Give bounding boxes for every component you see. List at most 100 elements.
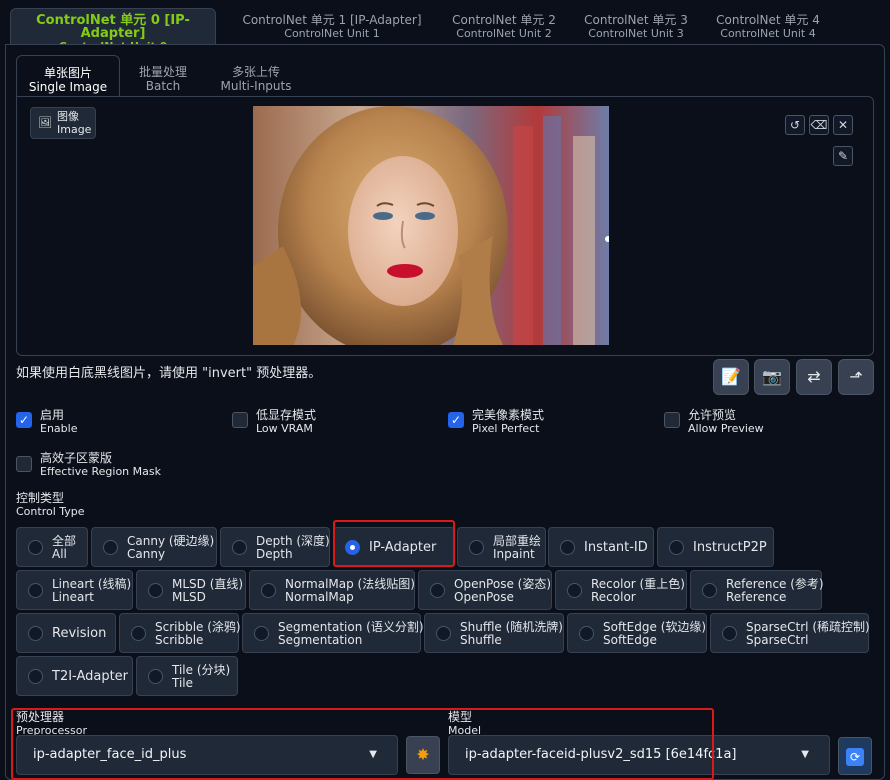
radio-label: InstructP2P — [693, 540, 767, 555]
chevron-down-icon: ▼ — [369, 749, 377, 760]
radio-dot — [567, 583, 582, 598]
model-label: 模型 Model — [448, 710, 482, 738]
control-type-openpose[interactable]: OpenPose (姿态) OpenPose — [418, 570, 552, 610]
allow-preview-checkbox[interactable]: 允许预览 Allow Preview — [664, 409, 864, 437]
radio-dot — [232, 540, 247, 555]
radio-sublabel: Recolor — [591, 590, 636, 604]
eraser-icon[interactable]: ⌫ — [809, 115, 829, 135]
radio-dot — [28, 583, 43, 598]
close-icon[interactable]: ✕ — [833, 115, 853, 135]
invert-hint: 如果使用白底黑线图片，请使用 "invert" 预处理器。 — [16, 366, 322, 381]
radio-dot — [469, 540, 484, 555]
radio-dot — [345, 540, 360, 555]
radio-sublabel: Scribble — [155, 633, 204, 647]
preprocessor-label: 预处理器 Preprocessor — [16, 710, 88, 738]
radio-dot — [722, 626, 737, 641]
radio-sublabel: Segmentation — [278, 633, 363, 647]
brush-icon[interactable]: ✎ — [833, 146, 853, 166]
control-type-depth[interactable]: Depth (深度) Depth — [220, 527, 330, 567]
radio-sublabel: Lineart — [52, 590, 94, 604]
radio-dot — [148, 583, 163, 598]
control-type-recolor[interactable]: Recolor (重上色) Recolor — [555, 570, 687, 610]
chevron-down-icon: ▼ — [801, 749, 809, 760]
tab-unit-4[interactable]: ControlNet 单元 4 ControlNet Unit 4 — [710, 8, 826, 44]
radio-dot — [103, 540, 118, 555]
enable-checkbox[interactable]: ✓ 启用 Enable — [16, 409, 216, 437]
control-type-tile[interactable]: Tile (分块) Tile — [136, 656, 238, 696]
radio-dot — [560, 540, 575, 555]
radio-dot — [28, 540, 43, 555]
control-type-局部重绘[interactable]: 局部重绘 Inpaint — [457, 527, 546, 567]
radio-sublabel: NormalMap — [285, 590, 354, 604]
check-icon: ✓ — [16, 412, 32, 428]
radio-dot — [430, 583, 445, 598]
tab-unit-0[interactable]: ControlNet 单元 0 [IP-Adapter] ControlNet … — [10, 8, 216, 53]
radio-dot — [28, 669, 43, 684]
control-type-全部[interactable]: 全部 All — [16, 527, 88, 567]
radio-dot — [254, 626, 269, 641]
run-preprocessor-button[interactable]: ✸ — [406, 736, 440, 774]
control-type-revision[interactable]: Revision — [16, 613, 116, 653]
image-icon: 🖼 — [38, 116, 52, 129]
radio-dot — [702, 583, 717, 598]
model-select[interactable]: ip-adapter-faceid-plusv2_sd15 [6e14fc1a]… — [448, 735, 830, 775]
tab-unit-1[interactable]: ControlNet 单元 1 [IP-Adapter] ControlNet … — [232, 8, 432, 44]
low-vram-checkbox[interactable]: 低显存模式 Low VRAM — [232, 409, 432, 437]
radio-dot — [131, 626, 146, 641]
tab-batch[interactable]: 批量处理 Batch — [120, 55, 206, 97]
control-type-t2i-adapter[interactable]: T2I-Adapter — [16, 656, 133, 696]
tab-multi-inputs[interactable]: 多张上传 Multi-Inputs — [212, 55, 300, 97]
control-type-mlsd[interactable]: MLSD (直线) MLSD — [136, 570, 246, 610]
radio-sublabel: Canny — [127, 547, 166, 561]
radio-sublabel: Shuffle — [460, 633, 502, 647]
radio-dot — [436, 626, 451, 641]
tab-unit-2[interactable]: ControlNet 单元 2 ControlNet Unit 2 — [446, 8, 562, 44]
check-icon: ✓ — [448, 412, 464, 428]
explosion-icon: ✸ — [416, 745, 430, 764]
radio-sublabel: MLSD — [172, 590, 206, 604]
radio-label: T2I-Adapter — [52, 669, 129, 684]
radio-sublabel: OpenPose — [454, 590, 514, 604]
radio-sublabel: Depth — [256, 547, 293, 561]
edit-icon[interactable]: 📝 — [713, 359, 749, 395]
control-type-softedge[interactable]: SoftEdge (软边缘) SoftEdge — [567, 613, 707, 653]
control-type-label: 控制类型 Control Type — [16, 491, 85, 519]
radio-sublabel: SparseCtrl — [746, 633, 809, 647]
radio-dot — [28, 626, 43, 641]
control-type-instructp2p[interactable]: InstructP2P — [657, 527, 774, 567]
radio-dot — [579, 626, 594, 641]
image-label: 🖼 图像 Image — [30, 107, 96, 139]
swap-icon[interactable]: ⇄ — [796, 359, 832, 395]
preprocessor-select[interactable]: ip-adapter_face_id_plus ▼ — [16, 735, 398, 775]
refresh-models-button[interactable]: ⟳ — [838, 737, 872, 775]
control-type-lineart[interactable]: Lineart (线稿) Lineart — [16, 570, 133, 610]
radio-label: IP-Adapter — [369, 540, 437, 555]
control-type-reference[interactable]: Reference (参考) Reference — [690, 570, 824, 610]
tab-unit-3[interactable]: ControlNet 单元 3 ControlNet Unit 3 — [578, 8, 694, 44]
refresh-icon: ⟳ — [846, 748, 864, 766]
control-type-segmentation[interactable]: Segmentation (语义分割) Segmentation — [242, 613, 424, 653]
control-type-canny[interactable]: Canny (硬边缘) Canny — [91, 527, 217, 567]
camera-icon[interactable]: 📷 — [754, 359, 790, 395]
control-type-normalmap[interactable]: NormalMap (法线贴图) NormalMap — [249, 570, 415, 610]
control-type-sparsectrl[interactable]: SparseCtrl (稀疏控制) SparseCtrl — [710, 613, 870, 653]
effective-region-mask-checkbox[interactable]: 高效子区蒙版 Effective Region Mask — [16, 452, 236, 480]
pixel-perfect-checkbox[interactable]: ✓ 完美像素模式 Pixel Perfect — [448, 409, 648, 437]
radio-label: Revision — [52, 626, 107, 641]
radio-sublabel: All — [52, 547, 67, 561]
radio-dot — [669, 540, 684, 555]
control-type-scribble[interactable]: Scribble (涂鸦) Scribble — [119, 613, 241, 653]
control-type-instant-id[interactable]: Instant-ID — [548, 527, 654, 567]
send-up-icon[interactable]: ⬏ — [838, 359, 874, 395]
radio-sublabel: Reference — [726, 590, 787, 604]
radio-sublabel: SoftEdge — [603, 633, 657, 647]
control-type-ip-adapter[interactable]: IP-Adapter — [333, 527, 455, 567]
uploaded-portrait-image — [253, 106, 609, 345]
rotate-icon[interactable]: ↺ — [785, 115, 805, 135]
radio-label: Instant-ID — [584, 540, 648, 555]
radio-sublabel: Tile — [172, 676, 194, 690]
control-type-shuffle[interactable]: Shuffle (随机洗牌) Shuffle — [424, 613, 564, 653]
tab-single-image[interactable]: 单张图片 Single Image — [16, 55, 120, 97]
radio-dot — [261, 583, 276, 598]
radio-sublabel: Inpaint — [493, 547, 535, 561]
